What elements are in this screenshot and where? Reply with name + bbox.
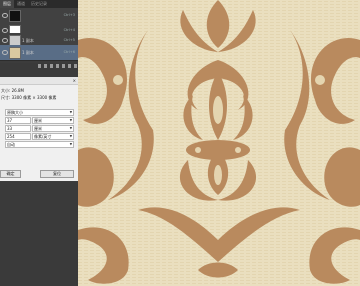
chevron-down-icon: ▼ xyxy=(69,118,72,122)
layer-shortcut: Ctrl+3 xyxy=(63,13,75,17)
height-unit-select[interactable]: 厘米 ▼ xyxy=(32,125,74,132)
width-unit-value: 厘米 xyxy=(34,118,42,123)
chevron-down-icon: ▼ xyxy=(69,110,72,114)
layer-shortcut: Ctrl+4 xyxy=(63,28,75,32)
chevron-down-icon: ▼ xyxy=(69,142,72,146)
resolution-unit-value: 像素/英寸 xyxy=(34,134,52,139)
chevron-down-icon: ▼ xyxy=(69,134,72,138)
panel-tabs: 图层 通道 历史记录 xyxy=(0,0,78,8)
fx-icon[interactable] xyxy=(44,64,47,68)
visibility-eye-icon[interactable] xyxy=(2,38,8,43)
width-input[interactable]: 37 xyxy=(5,117,31,124)
mask-icon[interactable] xyxy=(50,64,53,68)
layer-thumbnail xyxy=(9,47,21,59)
resolution-input[interactable]: 254 xyxy=(5,133,31,140)
height-unit-value: 厘米 xyxy=(34,126,42,131)
visibility-eye-icon[interactable] xyxy=(2,50,8,55)
size-label: 大小: xyxy=(1,88,11,93)
fit-to-select[interactable]: 原稿大小 ▼ xyxy=(5,109,74,116)
damask-pattern-image xyxy=(78,0,360,286)
resample-select[interactable]: 自动 ▼ xyxy=(5,141,74,148)
layer-shortcut: Ctrl+6 xyxy=(63,50,75,54)
layer-name: 1 副本 xyxy=(22,50,34,55)
dimension-prefix: 尺寸: xyxy=(1,95,11,100)
layer-name: 1 副本 xyxy=(22,38,34,43)
folder-icon[interactable] xyxy=(62,64,65,68)
layer-row-selected[interactable]: 1 副本 Ctrl+6 xyxy=(0,45,78,61)
height-input[interactable]: 33 xyxy=(5,125,31,132)
layer-shortcut: Ctrl+5 xyxy=(63,38,75,42)
close-icon[interactable]: × xyxy=(73,78,76,83)
chevron-down-icon: ▼ xyxy=(69,126,72,130)
tab-layers[interactable]: 图层 xyxy=(0,0,14,8)
tab-channels[interactable]: 通道 xyxy=(14,0,28,8)
reset-button[interactable]: 复位 xyxy=(40,170,74,178)
dimension-line: 尺寸: 3300 像素 × 3300 像素 xyxy=(1,95,56,101)
dimension-value: 3300 像素 × 3300 像素 xyxy=(11,95,57,100)
size-value: 26.8M xyxy=(11,88,24,93)
resolution-unit-select[interactable]: 像素/英寸 ▼ xyxy=(32,133,74,140)
dialog-title-bar: × xyxy=(0,77,78,85)
layer-row[interactable]: Ctrl+3 xyxy=(0,8,78,24)
layer-thumbnail xyxy=(9,10,21,22)
new-layer-icon[interactable] xyxy=(68,64,71,68)
layers-panel: 图层 通道 历史记录 Ctrl+3 Ctrl+4 1 副本 Ctrl+5 1 副… xyxy=(0,0,79,286)
tab-history[interactable]: 历史记录 xyxy=(28,0,50,8)
panel-background xyxy=(0,182,78,286)
link-icon[interactable] xyxy=(38,64,41,68)
adjustment-icon[interactable] xyxy=(56,64,59,68)
trash-icon[interactable] xyxy=(74,64,77,68)
layer-toolbar xyxy=(0,63,78,70)
document-canvas[interactable] xyxy=(78,0,360,286)
visibility-eye-icon[interactable] xyxy=(2,13,8,18)
image-size-dialog: × 大小: 26.8M 尺寸: 3300 像素 × 3300 像素 原稿大小 ▼ … xyxy=(0,77,79,181)
ok-button[interactable]: 确定 xyxy=(0,170,21,178)
resample-value: 自动 xyxy=(7,142,15,147)
width-unit-select[interactable]: 厘米 ▼ xyxy=(32,117,74,124)
fit-to-value: 原稿大小 xyxy=(7,110,23,115)
size-line: 大小: 26.8M xyxy=(1,88,24,94)
